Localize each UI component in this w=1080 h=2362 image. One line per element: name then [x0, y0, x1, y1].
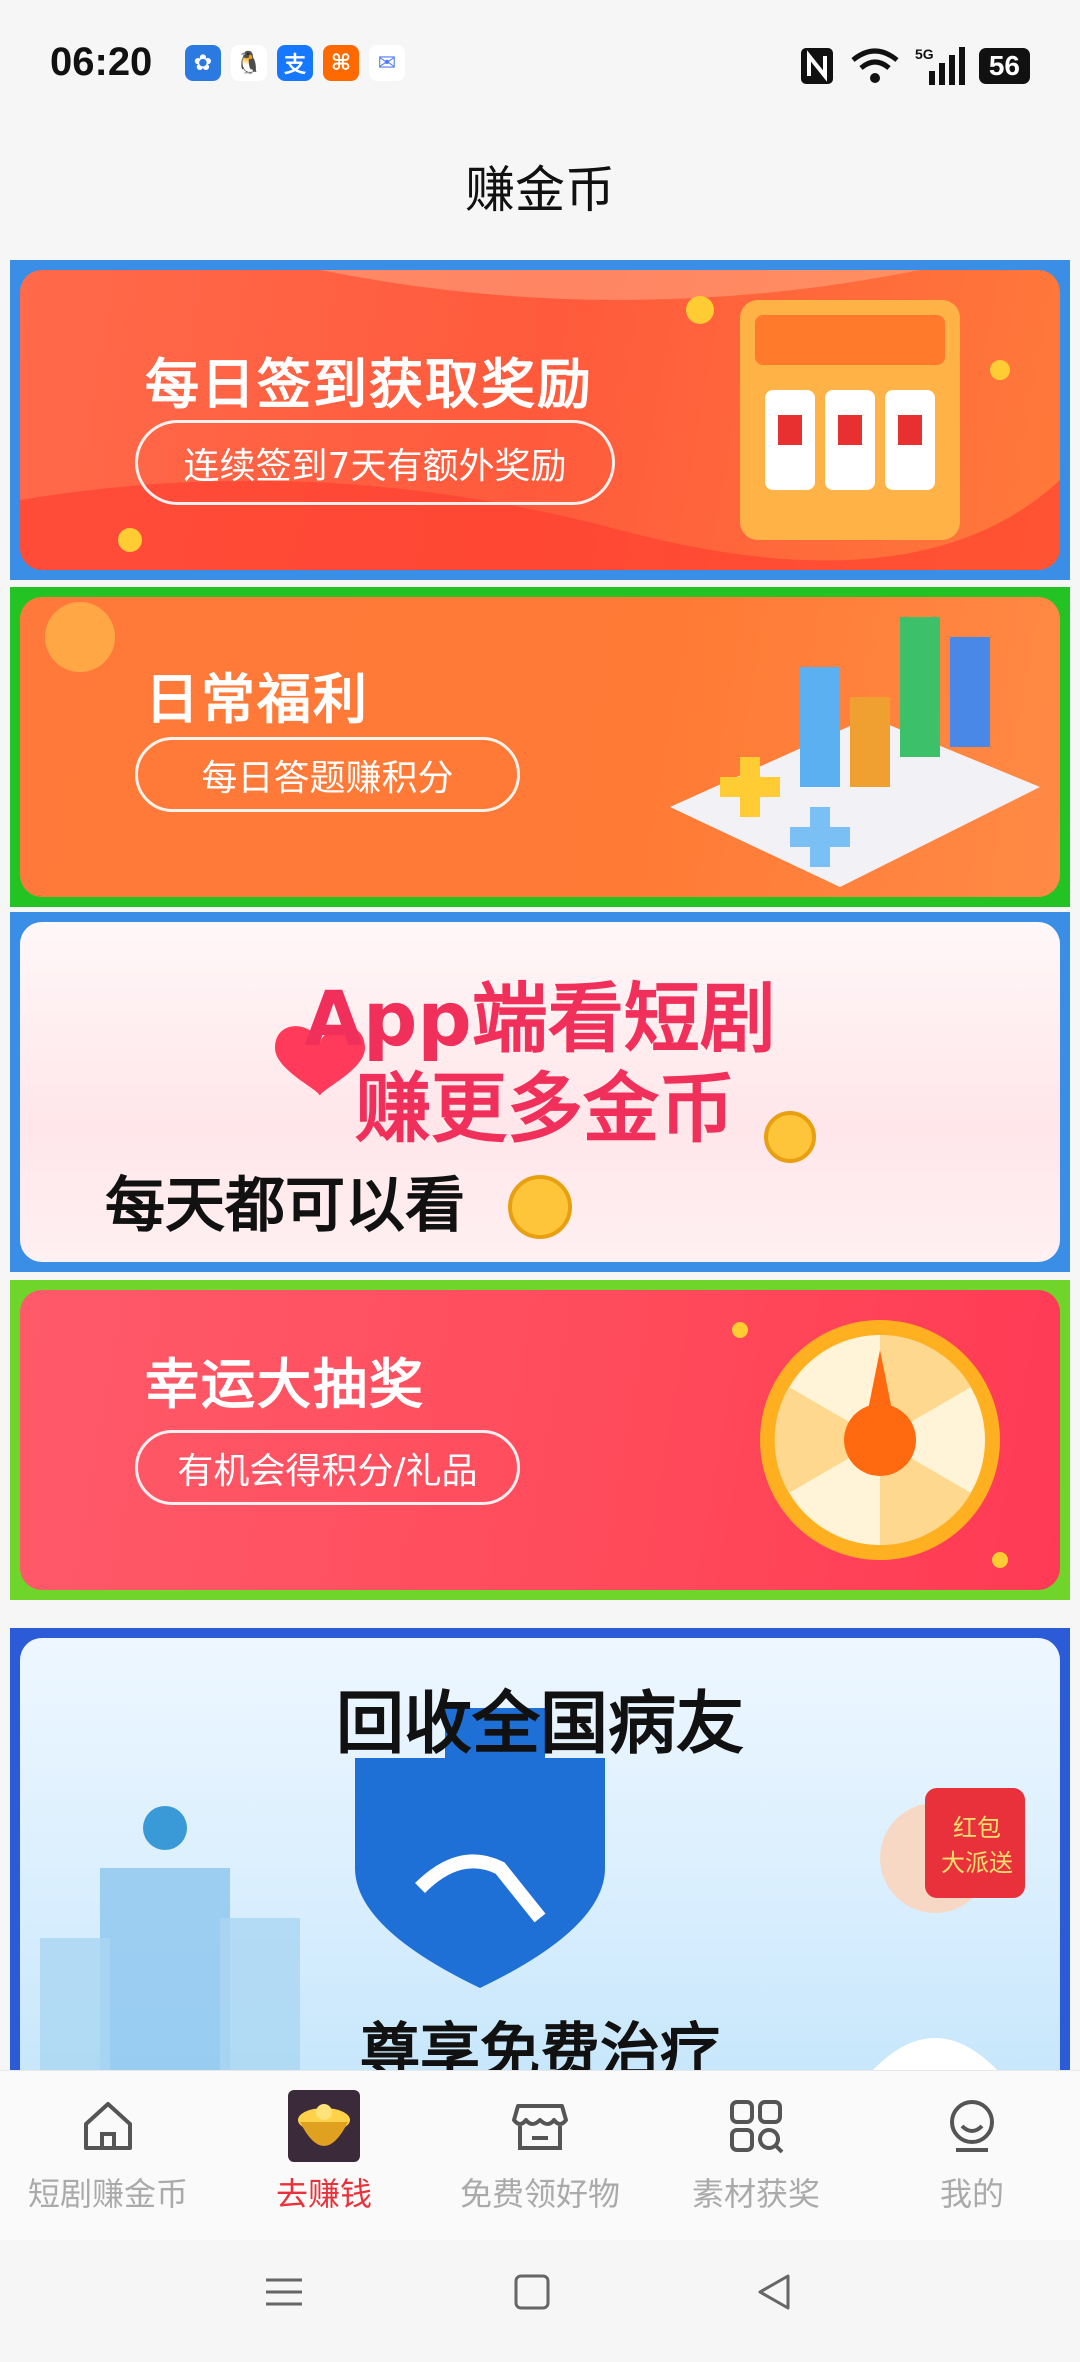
short-drama-banner[interactable]: App端看短剧 赚更多金币 每天都可以看 [10, 912, 1070, 1272]
wifi-icon [851, 48, 899, 83]
nfc-icon [800, 48, 833, 84]
treasure-pot-icon [288, 2090, 360, 2162]
signal-icon: 5G [915, 46, 965, 85]
banner-title: 日常福利 [145, 668, 369, 731]
lucky-draw-banner[interactable]: 幸运大抽奖 有机会得积分/礼品 [10, 1280, 1070, 1600]
drama-subheadline: 赚更多金币 [355, 1064, 735, 1153]
menu-icon[interactable] [262, 2270, 306, 2314]
battery-indicator: 56 [978, 48, 1030, 84]
network-type-label: 5G [915, 46, 934, 62]
daily-checkin-banner[interactable]: 每日签到获取奖励 连续签到7天有额外奖励 [10, 260, 1070, 580]
daily-welfare-banner[interactable]: 日常福利 每日答题赚积分 [10, 587, 1070, 907]
qq-icon: 🐧 [231, 45, 267, 81]
tab-label: 素材获奖 [691, 2175, 820, 2213]
taobao-icon: ⌘ [323, 45, 359, 81]
tab-label: 去赚钱 [275, 2175, 372, 2213]
banner-title: 每日签到获取奖励 [145, 353, 593, 416]
tab-material-awards[interactable]: 素材获奖 [648, 2091, 864, 2215]
tab-label: 免费领好物 [459, 2175, 620, 2213]
drama-tagline: 每天都可以看 [105, 1171, 465, 1241]
banner-subtitle-pill[interactable]: 每日答题赚积分 [135, 737, 520, 812]
banner-title: 回收全国病友 [335, 1685, 744, 1764]
grid-search-icon [730, 2100, 784, 2154]
tab-profile[interactable]: 我的 [864, 2091, 1080, 2215]
banner-subtitle: 尊享免费治疗 [360, 2017, 720, 2070]
system-navigation-bar [0, 2240, 1080, 2362]
red-envelope-badge: 红包 大派送 [941, 1814, 1013, 1877]
tab-earn-money[interactable]: 去赚钱 [216, 2090, 432, 2215]
tab-label: 短剧赚金币 [27, 2175, 188, 2213]
patient-recycle-banner[interactable]: 回收全国病友 红包 大派送 尊享免费治疗 [10, 1628, 1070, 2070]
message-icon: ✉ [369, 45, 405, 81]
banner-subtitle-pill[interactable]: 连续签到7天有额外奖励 [135, 420, 615, 505]
tab-short-drama[interactable]: 短剧赚金币 [0, 2091, 216, 2215]
home-icon [84, 2102, 132, 2150]
back-icon[interactable] [752, 2270, 796, 2314]
banner-subtitle-pill[interactable]: 有机会得积分/礼品 [135, 1430, 520, 1505]
status-time: 06:20 [50, 40, 153, 84]
tab-free-goods[interactable]: 免费领好物 [432, 2091, 648, 2215]
system-icons: 5G 56 [799, 45, 1030, 87]
profile-icon [950, 2100, 994, 2152]
bottom-tab-bar: 短剧赚金币 去赚钱 免费领好物 素材获奖 我的 [0, 2070, 1080, 2241]
page-title: 赚金币 [465, 161, 615, 219]
store-icon [512, 2104, 568, 2150]
home-square-icon[interactable] [510, 2270, 554, 2314]
banner-title: 幸运大抽奖 [145, 1353, 425, 1416]
tab-label: 我的 [939, 2175, 1004, 2213]
status-bar: 06:20 ✿ 🐧 支 ⌘ ✉ 5G 56 [0, 0, 1080, 130]
pinwheel-app-icon: ✿ [185, 45, 221, 81]
notification-icons: ✿ 🐧 支 ⌘ ✉ [185, 45, 405, 81]
alipay-icon: 支 [277, 45, 313, 81]
